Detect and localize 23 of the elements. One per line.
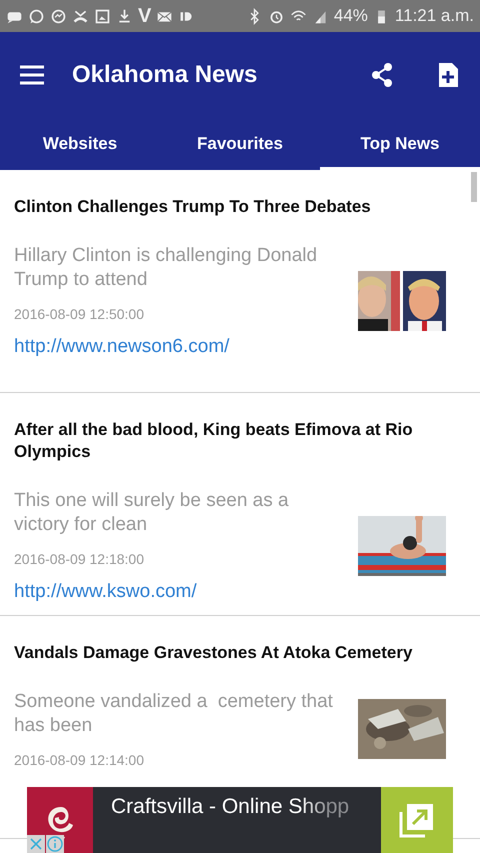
article-summary: This one will surely be seen as a victory for clean — [14, 489, 290, 537]
image-icon — [94, 8, 111, 24]
tab[interactable]: Top News — [320, 118, 480, 170]
article-date: 2016-08-09 12:18:00 — [14, 551, 145, 567]
app-title: Oklahoma News — [72, 61, 258, 89]
chat-icon — [50, 8, 67, 24]
clock-time: 11:21 a.m. — [394, 6, 474, 26]
chat-icon — [28, 8, 45, 24]
article-link[interactable]: http://www.newson6.com/ — [14, 336, 358, 358]
article-title[interactable]: After all the bad blood, King beats Efimova at Rio Olympics — [14, 419, 466, 463]
article-title[interactable]: Vandals Damage Gravestones At Atoka Cemetery — [14, 642, 466, 664]
article-date: 2016-08-09 12:14:00 — [14, 752, 145, 768]
tab[interactable]: Favourites — [160, 118, 320, 170]
article-summary: Hillary Clinton is challenging Donald Trump to attend — [14, 244, 318, 292]
article-link[interactable]: http://www.kswo.com/ — [14, 581, 358, 603]
article-date: 2016-08-09 12:50:00 — [14, 306, 145, 322]
battery-percent: 44% — [334, 6, 368, 26]
article-summary: Someone vandalized a cemetery that has been — [14, 690, 334, 738]
scrollbar — [471, 172, 477, 202]
ad-text: Craftsvilla - Online Shopp — [111, 795, 350, 819]
tab[interactable]: Websites — [0, 118, 160, 170]
app-logo: V — [138, 4, 152, 28]
article-title[interactable]: Clinton Challenges Trump To Three Debates — [14, 196, 466, 218]
